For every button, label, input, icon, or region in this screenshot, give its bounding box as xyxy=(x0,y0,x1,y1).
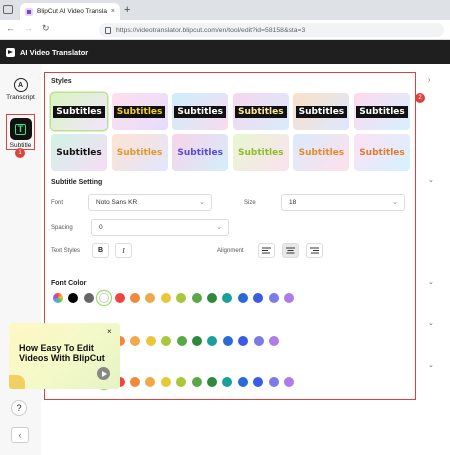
new-tab-button[interactable]: + xyxy=(124,4,130,16)
subtitle-setting-chevron-icon[interactable]: ⌄ xyxy=(428,176,434,184)
url-text: https://videotranslator.blipcut.com/en/t… xyxy=(116,26,306,34)
browser-tab[interactable]: BlipCut AI Video Translator - Fre × xyxy=(20,3,120,20)
sidebar-item-transcript[interactable]: A Transcript xyxy=(0,78,41,101)
forward-icon[interactable]: → xyxy=(24,23,33,33)
background-color-chevron-icon[interactable]: ⌄ xyxy=(428,361,434,369)
blipcut-favicon-icon xyxy=(25,7,33,16)
highlight-box-subtitle xyxy=(6,114,35,150)
step-badge-1: 1 xyxy=(15,148,25,158)
lock-icon xyxy=(105,26,111,34)
sidebar-item-label: Transcript xyxy=(6,94,35,101)
play-icon[interactable] xyxy=(97,367,110,380)
styles-chevron-icon[interactable]: › xyxy=(428,77,430,84)
back-icon[interactable]: ← xyxy=(6,23,15,33)
url-field[interactable]: https://videotranslator.blipcut.com/en/t… xyxy=(99,23,444,37)
translate-icon: A xyxy=(13,78,28,92)
app-logo-icon xyxy=(6,47,15,57)
collapse-sidebar-button[interactable]: ‹ xyxy=(11,427,29,443)
promo-popup[interactable]: × How Easy To Edit Videos With BlipCut xyxy=(9,323,120,389)
decoration-shape xyxy=(9,375,25,389)
help-button[interactable]: ? xyxy=(11,400,27,416)
window-menu-icon[interactable] xyxy=(3,5,13,14)
promo-title: How Easy To Edit Videos With BlipCut xyxy=(19,343,105,363)
tab-title: BlipCut AI Video Translator - Fre xyxy=(37,8,107,15)
app-header: AI Video Translator xyxy=(0,40,450,64)
tab-close-icon[interactable]: × xyxy=(111,8,115,15)
step-badge-2: 2 xyxy=(415,93,425,103)
outline-color-chevron-icon[interactable]: ⌄ xyxy=(428,319,434,327)
browser-tab-bar: BlipCut AI Video Translator - Fre × + xyxy=(0,0,450,20)
app-title: AI Video Translator xyxy=(20,47,89,57)
address-bar-row: ← → ↻ https://videotranslator.blipcut.co… xyxy=(0,20,450,40)
close-icon[interactable]: × xyxy=(107,327,112,336)
font-color-chevron-icon[interactable]: ⌄ xyxy=(428,278,434,286)
reload-icon[interactable]: ↻ xyxy=(42,23,50,34)
